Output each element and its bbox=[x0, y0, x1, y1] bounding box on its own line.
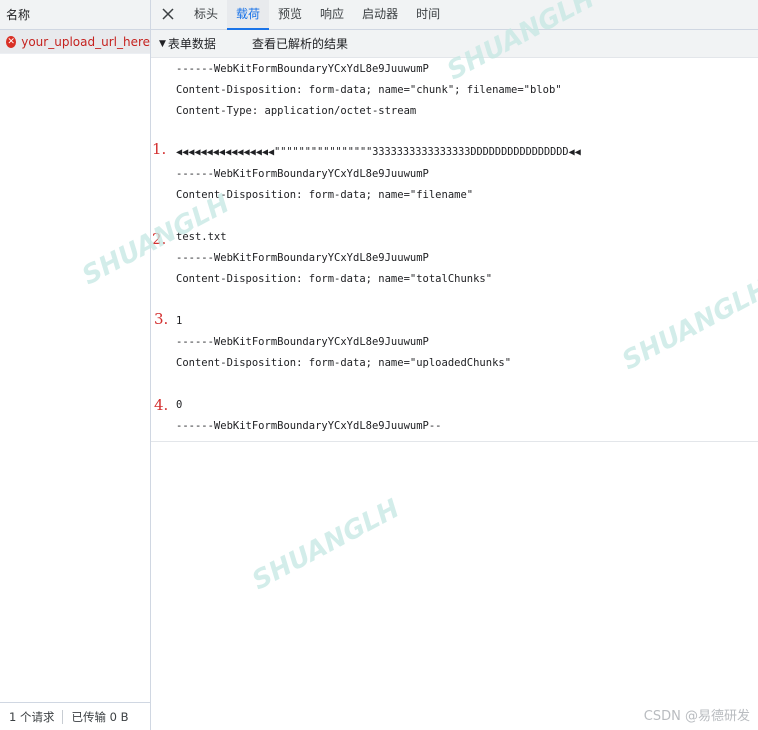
close-details-button[interactable] bbox=[151, 0, 185, 29]
tab-headers[interactable]: 标头 bbox=[185, 0, 227, 29]
form-data-section-header[interactable]: ▼ 表单数据 查看已解析的结果 bbox=[151, 30, 758, 58]
name-column-header[interactable]: 名称 bbox=[0, 0, 150, 30]
payload-line: ------WebKitFormBoundaryYCxYdL8e9JuuwumP bbox=[176, 63, 429, 75]
transferred-size: 已传输 0 B bbox=[71, 709, 129, 724]
payload-line: Content-Type: application/octet-stream bbox=[176, 105, 417, 117]
tab-response[interactable]: 响应 bbox=[311, 0, 353, 29]
details-tab-bar: 标头 载荷 预览 响应 启动器 时间 bbox=[151, 0, 758, 30]
payload-line: test.txt bbox=[176, 231, 227, 243]
marker-1: 1. bbox=[152, 140, 167, 158]
tab-preview[interactable]: 预览 bbox=[269, 0, 311, 29]
request-count: 1 个请求 bbox=[9, 709, 55, 724]
payload-line: Content-Disposition: form-data; name="up… bbox=[176, 357, 512, 369]
tab-timing[interactable]: 时间 bbox=[407, 0, 449, 29]
marker-3: 3. bbox=[154, 310, 169, 328]
payload-line: Content-Disposition: form-data; name="ch… bbox=[176, 84, 562, 96]
payload-line: ------WebKitFormBoundaryYCxYdL8e9JuuwumP… bbox=[176, 420, 442, 432]
request-list-panel: 名称 ✕ your_upload_url_here 1 个请求 已传输 0 B bbox=[0, 0, 151, 730]
chunk-binary-data: ◀◀◀◀◀◀◀◀◀◀◀◀◀◀◀◀""""""""""""""""33333333… bbox=[176, 147, 581, 158]
payload-line: ------WebKitFormBoundaryYCxYdL8e9JuuwumP bbox=[176, 168, 429, 180]
footer-divider bbox=[62, 709, 64, 724]
payload-line: 1 bbox=[176, 315, 183, 327]
error-x-icon: ✕ bbox=[6, 35, 17, 48]
request-row[interactable]: ✕ your_upload_url_here bbox=[0, 30, 150, 54]
csdn-credit: CSDN @易德研发 bbox=[643, 709, 750, 724]
payload-line: 0 bbox=[176, 399, 183, 411]
payload-line: ------WebKitFormBoundaryYCxYdL8e9JuuwumP bbox=[176, 336, 429, 348]
marker-2: 2. bbox=[152, 230, 167, 248]
form-data-title: 表单数据 bbox=[167, 37, 216, 51]
tab-payload[interactable]: 载荷 bbox=[227, 0, 270, 30]
details-panel: 标头 载荷 预览 响应 启动器 时间 ▼ 表单数据 查看已解析的结果 -----… bbox=[151, 0, 758, 730]
marker-4: 4. bbox=[154, 396, 169, 414]
collapse-triangle-icon[interactable]: ▼ bbox=[159, 39, 166, 49]
close-icon bbox=[162, 8, 174, 20]
payload-source-view: ------WebKitFormBoundaryYCxYdL8e9JuuwumP… bbox=[151, 58, 758, 442]
payload-line: Content-Disposition: form-data; name="to… bbox=[176, 273, 493, 285]
view-parsed-button[interactable]: 查看已解析的结果 bbox=[252, 35, 348, 52]
tab-initiator[interactable]: 启动器 bbox=[353, 0, 407, 29]
payload-line: ------WebKitFormBoundaryYCxYdL8e9JuuwumP bbox=[176, 252, 429, 264]
payload-line: Content-Disposition: form-data; name="fi… bbox=[176, 189, 474, 201]
request-name: your_upload_url_here bbox=[21, 34, 150, 49]
status-bar: 1 个请求 已传输 0 B bbox=[0, 702, 150, 730]
